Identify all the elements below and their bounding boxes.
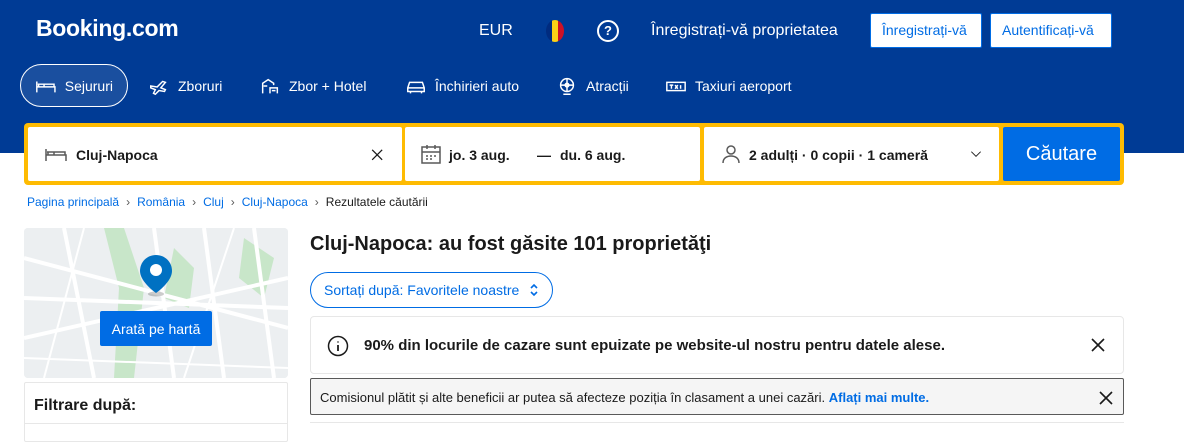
guests-summary: 2 adulți · 0 copii · 1 cameră	[749, 147, 928, 163]
breadcrumb-country[interactable]: România	[137, 195, 185, 209]
login-button[interactable]: Autentificați-vă	[990, 13, 1112, 48]
currency-selector[interactable]: EUR	[479, 22, 513, 40]
chevron-right-icon: ›	[314, 195, 319, 209]
sort-arrows-icon	[530, 283, 538, 297]
tab-label: Zbor + Hotel	[289, 77, 367, 94]
learn-more-link[interactable]: Aflați mai multe.	[829, 390, 929, 405]
register-button[interactable]: Înregistrați-vă	[870, 13, 982, 48]
ranking-notice: Comisionul plătit și alte beneficii ar p…	[310, 378, 1124, 415]
chevron-right-icon: ›	[126, 195, 131, 209]
tab-airport-taxis[interactable]: Taxiuri aeroport	[651, 64, 806, 107]
show-on-map-button[interactable]: Arată pe hartă	[100, 311, 212, 346]
filters-title: Filtrare după:	[34, 397, 137, 414]
dates-field[interactable]: jo. 3 aug. — du. 6 aug.	[405, 127, 700, 181]
chevron-right-icon: ›	[192, 195, 197, 209]
date-dash: —	[537, 147, 551, 163]
filters-panel: Filtrare după:	[24, 382, 288, 442]
tab-label: Atracții	[586, 77, 629, 94]
taxi-icon	[666, 81, 686, 91]
checkin-date: jo. 3 aug.	[449, 147, 510, 163]
guests-field[interactable]: 2 adulți · 0 copii · 1 cameră	[704, 127, 999, 181]
language-flag-icon[interactable]	[546, 20, 564, 42]
checkout-date: du. 6 aug.	[560, 147, 626, 163]
breadcrumb: Pagina principală › România › Cluj › Clu…	[27, 195, 428, 209]
map-preview[interactable]	[24, 228, 288, 378]
tab-attractions[interactable]: Atracții	[542, 64, 643, 107]
info-icon	[327, 335, 349, 357]
bed-icon	[45, 149, 67, 161]
search-box: Cluj-Napoca jo. 3 aug. — du. 6 aug. 2 ad…	[24, 123, 1124, 185]
destination-field[interactable]: Cluj-Napoca	[28, 127, 402, 181]
search-button[interactable]: Căutare	[1003, 127, 1120, 181]
sort-dropdown[interactable]: Sortați după: Favoritele noastre	[310, 272, 553, 308]
map-background	[24, 228, 288, 378]
breadcrumb-current: Rezultatele căutării	[325, 195, 428, 209]
tab-label: Taxiuri aeroport	[695, 77, 792, 94]
tab-flight-hotel[interactable]: Zbor + Hotel	[245, 64, 380, 107]
results-list-top	[310, 422, 1124, 426]
availability-alert: 90% din locurile de cazare sunt epuizate…	[310, 316, 1124, 374]
sort-label: Sortați după: Favoritele noastre	[324, 282, 520, 298]
tab-flights[interactable]: Zboruri	[134, 64, 236, 107]
close-icon[interactable]	[1089, 336, 1107, 354]
divider	[25, 423, 287, 424]
breadcrumb-region[interactable]: Cluj	[203, 195, 224, 209]
plane-hotel-icon	[261, 78, 279, 93]
person-icon	[722, 145, 740, 164]
tab-stays[interactable]: Sejururi	[20, 64, 128, 107]
car-icon	[407, 81, 425, 93]
tab-label: Sejururi	[64, 77, 113, 94]
attractions-icon	[559, 77, 575, 95]
list-property-link[interactable]: Înregistrați-vă proprietatea	[651, 22, 838, 40]
breadcrumb-home[interactable]: Pagina principală	[27, 195, 119, 209]
chevron-right-icon: ›	[230, 195, 235, 209]
map-pin-icon	[140, 255, 172, 297]
calendar-icon	[421, 145, 441, 164]
tab-car-rentals[interactable]: Închirieri auto	[391, 64, 533, 107]
chevron-down-icon	[971, 151, 981, 157]
booking-logo[interactable]: Booking.com	[36, 15, 179, 42]
alert-text: 90% din locurile de cazare sunt epuizate…	[364, 337, 945, 354]
breadcrumb-city[interactable]: Cluj-Napoca	[242, 195, 308, 209]
close-icon[interactable]	[368, 142, 388, 166]
plane-icon	[150, 80, 167, 95]
notice-text: Comisionul plătit și alte beneficii ar p…	[320, 390, 929, 405]
question-circle-icon[interactable]: ?	[597, 20, 619, 42]
destination-input[interactable]: Cluj-Napoca	[76, 147, 158, 163]
tab-label: Zboruri	[178, 77, 223, 94]
tab-label: Închirieri auto	[435, 77, 520, 94]
close-icon[interactable]	[1099, 391, 1113, 405]
results-title: Cluj-Napoca: au fost găsite 101 propriet…	[310, 233, 712, 255]
notice-body: Comisionul plătit și alte beneficii ar p…	[320, 390, 826, 405]
bed-icon	[36, 80, 56, 92]
